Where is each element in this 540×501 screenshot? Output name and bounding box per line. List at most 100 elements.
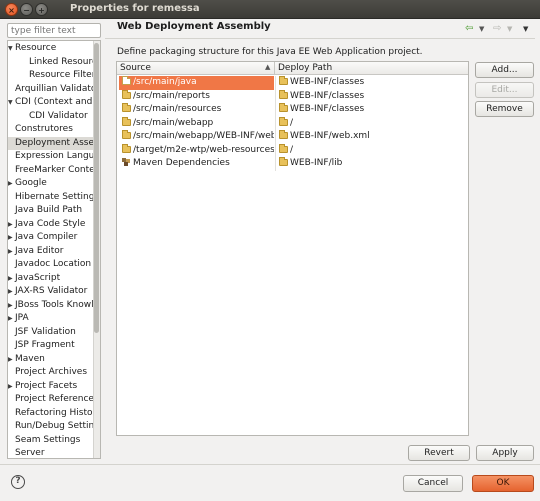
collapsed-twisty-icon[interactable]: ▶ — [8, 272, 15, 286]
table-row[interactable]: /src/main/webapp/WEB-INF/web.x WEB-INF/we… — [117, 130, 468, 144]
table-row[interactable]: Maven Dependencies WEB-INF/lib — [117, 157, 468, 171]
header-separator — [105, 38, 535, 39]
deploy-path-cell[interactable]: WEB-INF/web.xml — [275, 130, 470, 144]
revert-button[interactable]: Revert — [408, 445, 470, 461]
source-cell[interactable]: /src/main/webapp/WEB-INF/web.x — [119, 130, 274, 144]
source-cell[interactable]: /src/main/reports — [119, 89, 274, 104]
column-header-deploy-path[interactable]: Deploy Path — [275, 62, 470, 75]
column-header-source[interactable]: Source — [117, 62, 275, 75]
collapsed-twisty-icon[interactable]: ▶ — [8, 218, 15, 232]
source-path: /src/main/resources — [133, 104, 222, 114]
footer-separator — [0, 464, 540, 465]
sidebar-item[interactable]: Refactoring History — [8, 407, 94, 421]
edit-button[interactable]: Edit... — [475, 82, 534, 98]
sidebar-item[interactable]: Hibernate Settings — [8, 191, 94, 205]
back-dropdown-icon[interactable]: ▼ — [479, 25, 484, 33]
deploy-path-cell[interactable]: WEB-INF/classes — [275, 103, 470, 117]
sidebar-item[interactable]: Project Archives — [8, 366, 94, 380]
sidebar-item[interactable]: ▶ Java Editor — [8, 245, 94, 259]
collapsed-twisty-icon[interactable]: ▶ — [8, 380, 15, 394]
sidebar-item[interactable]: JSP Fragment — [8, 339, 94, 353]
back-arrow-icon[interactable]: ⇦ — [465, 23, 473, 34]
page-description: Define packaging structure for this Java… — [117, 47, 423, 57]
sidebar-item[interactable]: Expression Languag — [8, 150, 94, 164]
forward-dropdown-icon[interactable]: ▼ — [507, 25, 512, 33]
sidebar-item[interactable]: Server — [8, 447, 94, 458]
sidebar-item[interactable]: CDI Validator — [8, 110, 94, 124]
sidebar-item-label: Expression Languag — [15, 151, 94, 161]
maximize-window-button[interactable]: + — [35, 3, 48, 16]
sidebar-item[interactable]: Project References — [8, 393, 94, 407]
folder-icon — [122, 89, 131, 99]
collapsed-twisty-icon[interactable]: ▶ — [8, 312, 15, 326]
sidebar-item-label: FreeMarker Context — [15, 164, 94, 175]
sidebar-item[interactable]: Arquillian Validator — [8, 83, 94, 97]
sidebar-item-label: CDI (Context and De — [15, 97, 94, 107]
sidebar-item[interactable]: ▶ Google — [8, 177, 94, 191]
sidebar-item-label: Java Compiler — [15, 232, 78, 242]
deploy-path-cell[interactable]: WEB-INF/classes — [275, 76, 470, 90]
sidebar-item-label: CDI Validator — [29, 110, 88, 121]
sidebar-item[interactable]: FreeMarker Context — [8, 164, 94, 178]
sidebar-item[interactable]: Deployment Assembl — [8, 136, 94, 150]
help-icon[interactable]: ? — [11, 475, 25, 489]
minimize-window-button[interactable]: − — [20, 3, 33, 16]
filter-input[interactable] — [7, 23, 101, 38]
sidebar-item[interactable]: ▶ Java Compiler — [8, 231, 94, 245]
tree-scrollbar-thumb[interactable] — [94, 43, 99, 333]
sidebar-item[interactable]: ▶ Java Code Style — [8, 218, 94, 232]
tree-scrollbar[interactable] — [93, 41, 100, 458]
sidebar-item[interactable]: Linked Resources — [8, 56, 94, 70]
ok-button[interactable]: OK — [472, 475, 534, 492]
sidebar-item[interactable]: ▶ JAX-RS Validator — [8, 285, 94, 299]
cancel-button[interactable]: Cancel — [403, 475, 463, 492]
source-cell[interactable]: /src/main/webapp — [119, 116, 274, 131]
collapsed-twisty-icon[interactable]: ▶ — [8, 353, 15, 367]
sidebar-item-label: JavaScript — [15, 272, 61, 283]
sidebar-item-label: Resource Filters — [29, 70, 94, 80]
collapsed-twisty-icon[interactable]: ▶ — [8, 285, 15, 299]
collapsed-twisty-icon[interactable]: ▶ — [8, 177, 15, 191]
remove-button[interactable]: Remove — [475, 101, 534, 117]
sidebar-item[interactable]: Resource Filters — [8, 69, 94, 83]
sidebar-item[interactable]: ▶ JavaScript — [8, 272, 94, 286]
table-row[interactable]: /src/main/resources WEB-INF/classes — [117, 103, 468, 117]
table-row[interactable]: /target/m2e-wtp/web-resources / — [117, 143, 470, 158]
source-cell[interactable]: /src/main/resources — [119, 103, 274, 117]
source-cell[interactable]: /src/main/java — [119, 76, 274, 90]
folder-icon — [279, 89, 288, 99]
sidebar-item[interactable]: JSF Validation — [8, 326, 94, 340]
add-button[interactable]: Add... — [475, 62, 534, 78]
collapsed-twisty-icon[interactable]: ▶ — [8, 231, 15, 245]
sidebar-item[interactable]: ▶JBoss Tools Knowlec — [8, 299, 94, 313]
sidebar-item[interactable]: ▼CDI (Context and De — [8, 96, 94, 110]
sidebar-item[interactable]: Java Build Path — [8, 204, 94, 218]
collapsed-twisty-icon[interactable]: ▶ — [8, 245, 15, 259]
deploy-path-cell[interactable]: / — [275, 116, 470, 130]
table-row[interactable]: /src/main/webapp / — [117, 116, 470, 131]
source-cell[interactable]: /target/m2e-wtp/web-resources — [119, 143, 274, 158]
table-header: Source ▲ Deploy Path — [117, 62, 468, 75]
deploy-path-cell[interactable]: WEB-INF/classes — [275, 89, 470, 103]
deploy-path-cell[interactable]: / — [275, 143, 470, 157]
source-cell[interactable]: Maven Dependencies — [119, 157, 274, 171]
sidebar-item[interactable]: Seam Settings — [8, 434, 94, 448]
sidebar-item[interactable]: ▼ Resource — [8, 42, 94, 56]
table-row[interactable]: /src/main/reports WEB-INF/classes — [117, 89, 470, 104]
view-menu-icon[interactable]: ▼ — [523, 25, 528, 33]
sidebar-item[interactable]: ▶ Maven — [8, 353, 94, 367]
expanded-twisty-icon[interactable]: ▼ — [8, 42, 15, 56]
sidebar-item[interactable]: Run/Debug Settings — [8, 420, 94, 434]
sidebar-item[interactable]: Javadoc Location — [8, 258, 94, 272]
apply-button[interactable]: Apply — [476, 445, 534, 461]
sidebar-item[interactable]: ▶ JPA — [8, 312, 94, 326]
expanded-twisty-icon[interactable]: ▼ — [8, 96, 15, 110]
table-row[interactable]: /src/main/java WEB-INF/classes — [117, 76, 468, 90]
forward-arrow-icon[interactable]: ⇨ — [493, 23, 501, 34]
sidebar-item[interactable]: ▶ Project Facets — [8, 380, 94, 394]
deploy-path: WEB-INF/classes — [290, 77, 365, 87]
sidebar-item[interactable]: Construtores — [8, 123, 94, 137]
close-window-button[interactable]: × — [5, 3, 18, 16]
deploy-path-cell[interactable]: WEB-INF/lib — [275, 157, 470, 171]
collapsed-twisty-icon[interactable]: ▶ — [8, 299, 15, 313]
